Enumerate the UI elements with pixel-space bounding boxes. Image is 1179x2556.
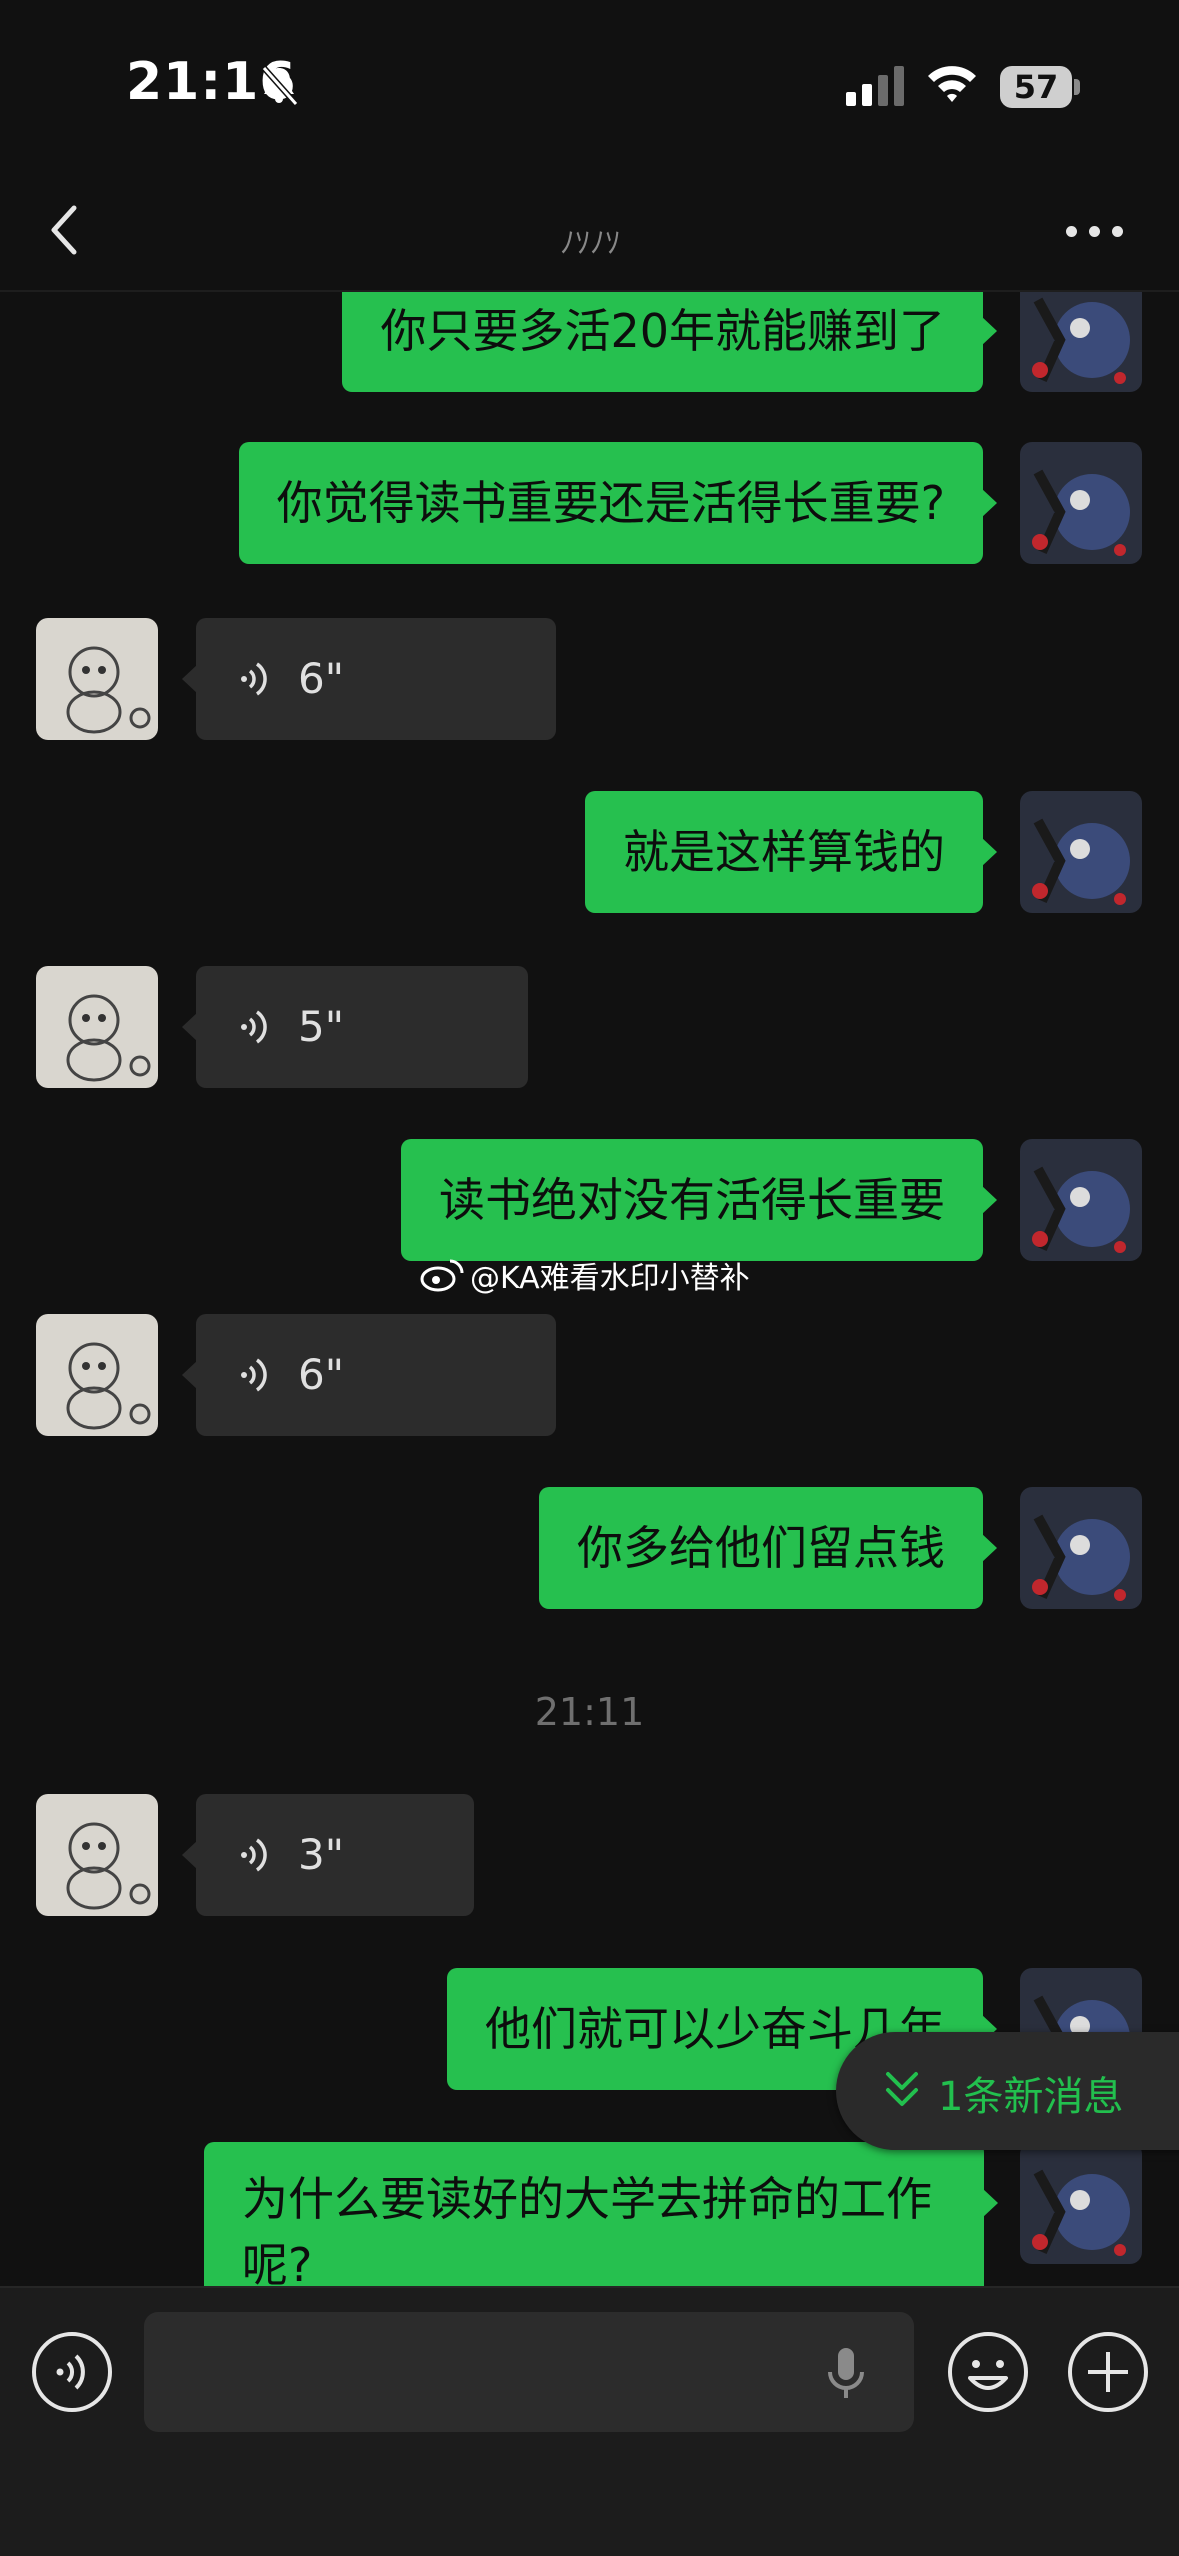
battery-indicator: 57 [1000,66,1080,108]
new-message-label: 1条新消息 [938,2074,1124,2120]
emoji-icon[interactable] [946,2330,1030,2414]
microphone-icon[interactable] [824,2346,868,2402]
voice-input-toggle-icon[interactable] [30,2330,114,2414]
double-chevron-down-icon [886,2072,918,2106]
voice-message-bubble[interactable]: 6" [182,1314,556,1436]
watermark: @KA难看水印小替补 [420,1253,750,1303]
watermark-text: @KA难看水印小替补 [470,1261,750,1296]
chat-screen: 21:16 57 ﾉｿﾉｿ 你只要多活20年就能赚到了 你觉得读书重要还是活得长… [0,0,1179,2556]
plus-icon[interactable] [1066,2330,1150,2414]
voice-wave-icon [241,1838,267,1872]
voice-wave-icon [241,1358,267,1392]
new-message-button[interactable]: 1条新消息 [836,2032,1179,2150]
message-bubble-outgoing[interactable]: 就是这样算钱的 [585,791,997,913]
voice-message-bubble[interactable]: 6" [182,618,556,740]
message-bubble-outgoing[interactable]: 为什么要读好的大学去拼命的工作呢? [204,2142,998,2286]
cellular-signal-icon [846,66,904,106]
voice-message-bubble[interactable]: 5" [182,966,528,1088]
chat-timestamp: 21:11 [534,1690,645,1734]
status-bar: 21:16 57 [0,0,1179,170]
message-bubble-outgoing[interactable]: 你多给他们留点钱 [539,1487,997,1609]
avatar-self[interactable] [1020,2142,1142,2264]
voice-duration: 5" [298,1002,345,1051]
message-bubble-outgoing[interactable]: 读书绝对没有活得长重要 [401,1139,997,1261]
voice-duration: 3" [298,1830,345,1879]
chat-title: ﾉｿﾉｿ [560,226,620,261]
avatar-contact[interactable] [36,966,158,1088]
chat-header: ﾉｿﾉｿ [0,170,1179,292]
chevron-left-icon[interactable] [40,200,90,260]
more-icon[interactable] [1060,210,1130,250]
input-bar [0,2286,1179,2556]
avatar-self[interactable] [1020,1139,1142,1261]
voice-wave-icon [241,1010,267,1044]
avatar-self[interactable] [1020,292,1142,392]
message-list[interactable]: 你只要多活20年就能赚到了 你觉得读书重要还是活得长重要? 6" 就是这样算钱的… [0,292,1179,2286]
message-bubble-outgoing[interactable]: 你觉得读书重要还是活得长重要? [238,442,998,564]
wifi-icon [928,66,976,102]
message-bubble-outgoing[interactable]: 你只要多活20年就能赚到了 [342,292,997,392]
avatar-contact[interactable] [36,1794,158,1916]
silent-bell-icon [261,66,299,106]
voice-message-bubble[interactable]: 3" [182,1794,474,1916]
avatar-self[interactable] [1020,791,1142,913]
voice-wave-icon [241,662,267,696]
avatar-self[interactable] [1020,442,1142,564]
avatar-contact[interactable] [36,1314,158,1436]
weibo-logo-icon [420,1259,464,1292]
battery-level: 57 [1013,68,1059,106]
voice-duration: 6" [298,654,345,703]
message-input[interactable] [144,2312,914,2432]
avatar-self[interactable] [1020,1487,1142,1609]
avatar-contact[interactable] [36,618,158,740]
voice-duration: 6" [298,1350,345,1399]
